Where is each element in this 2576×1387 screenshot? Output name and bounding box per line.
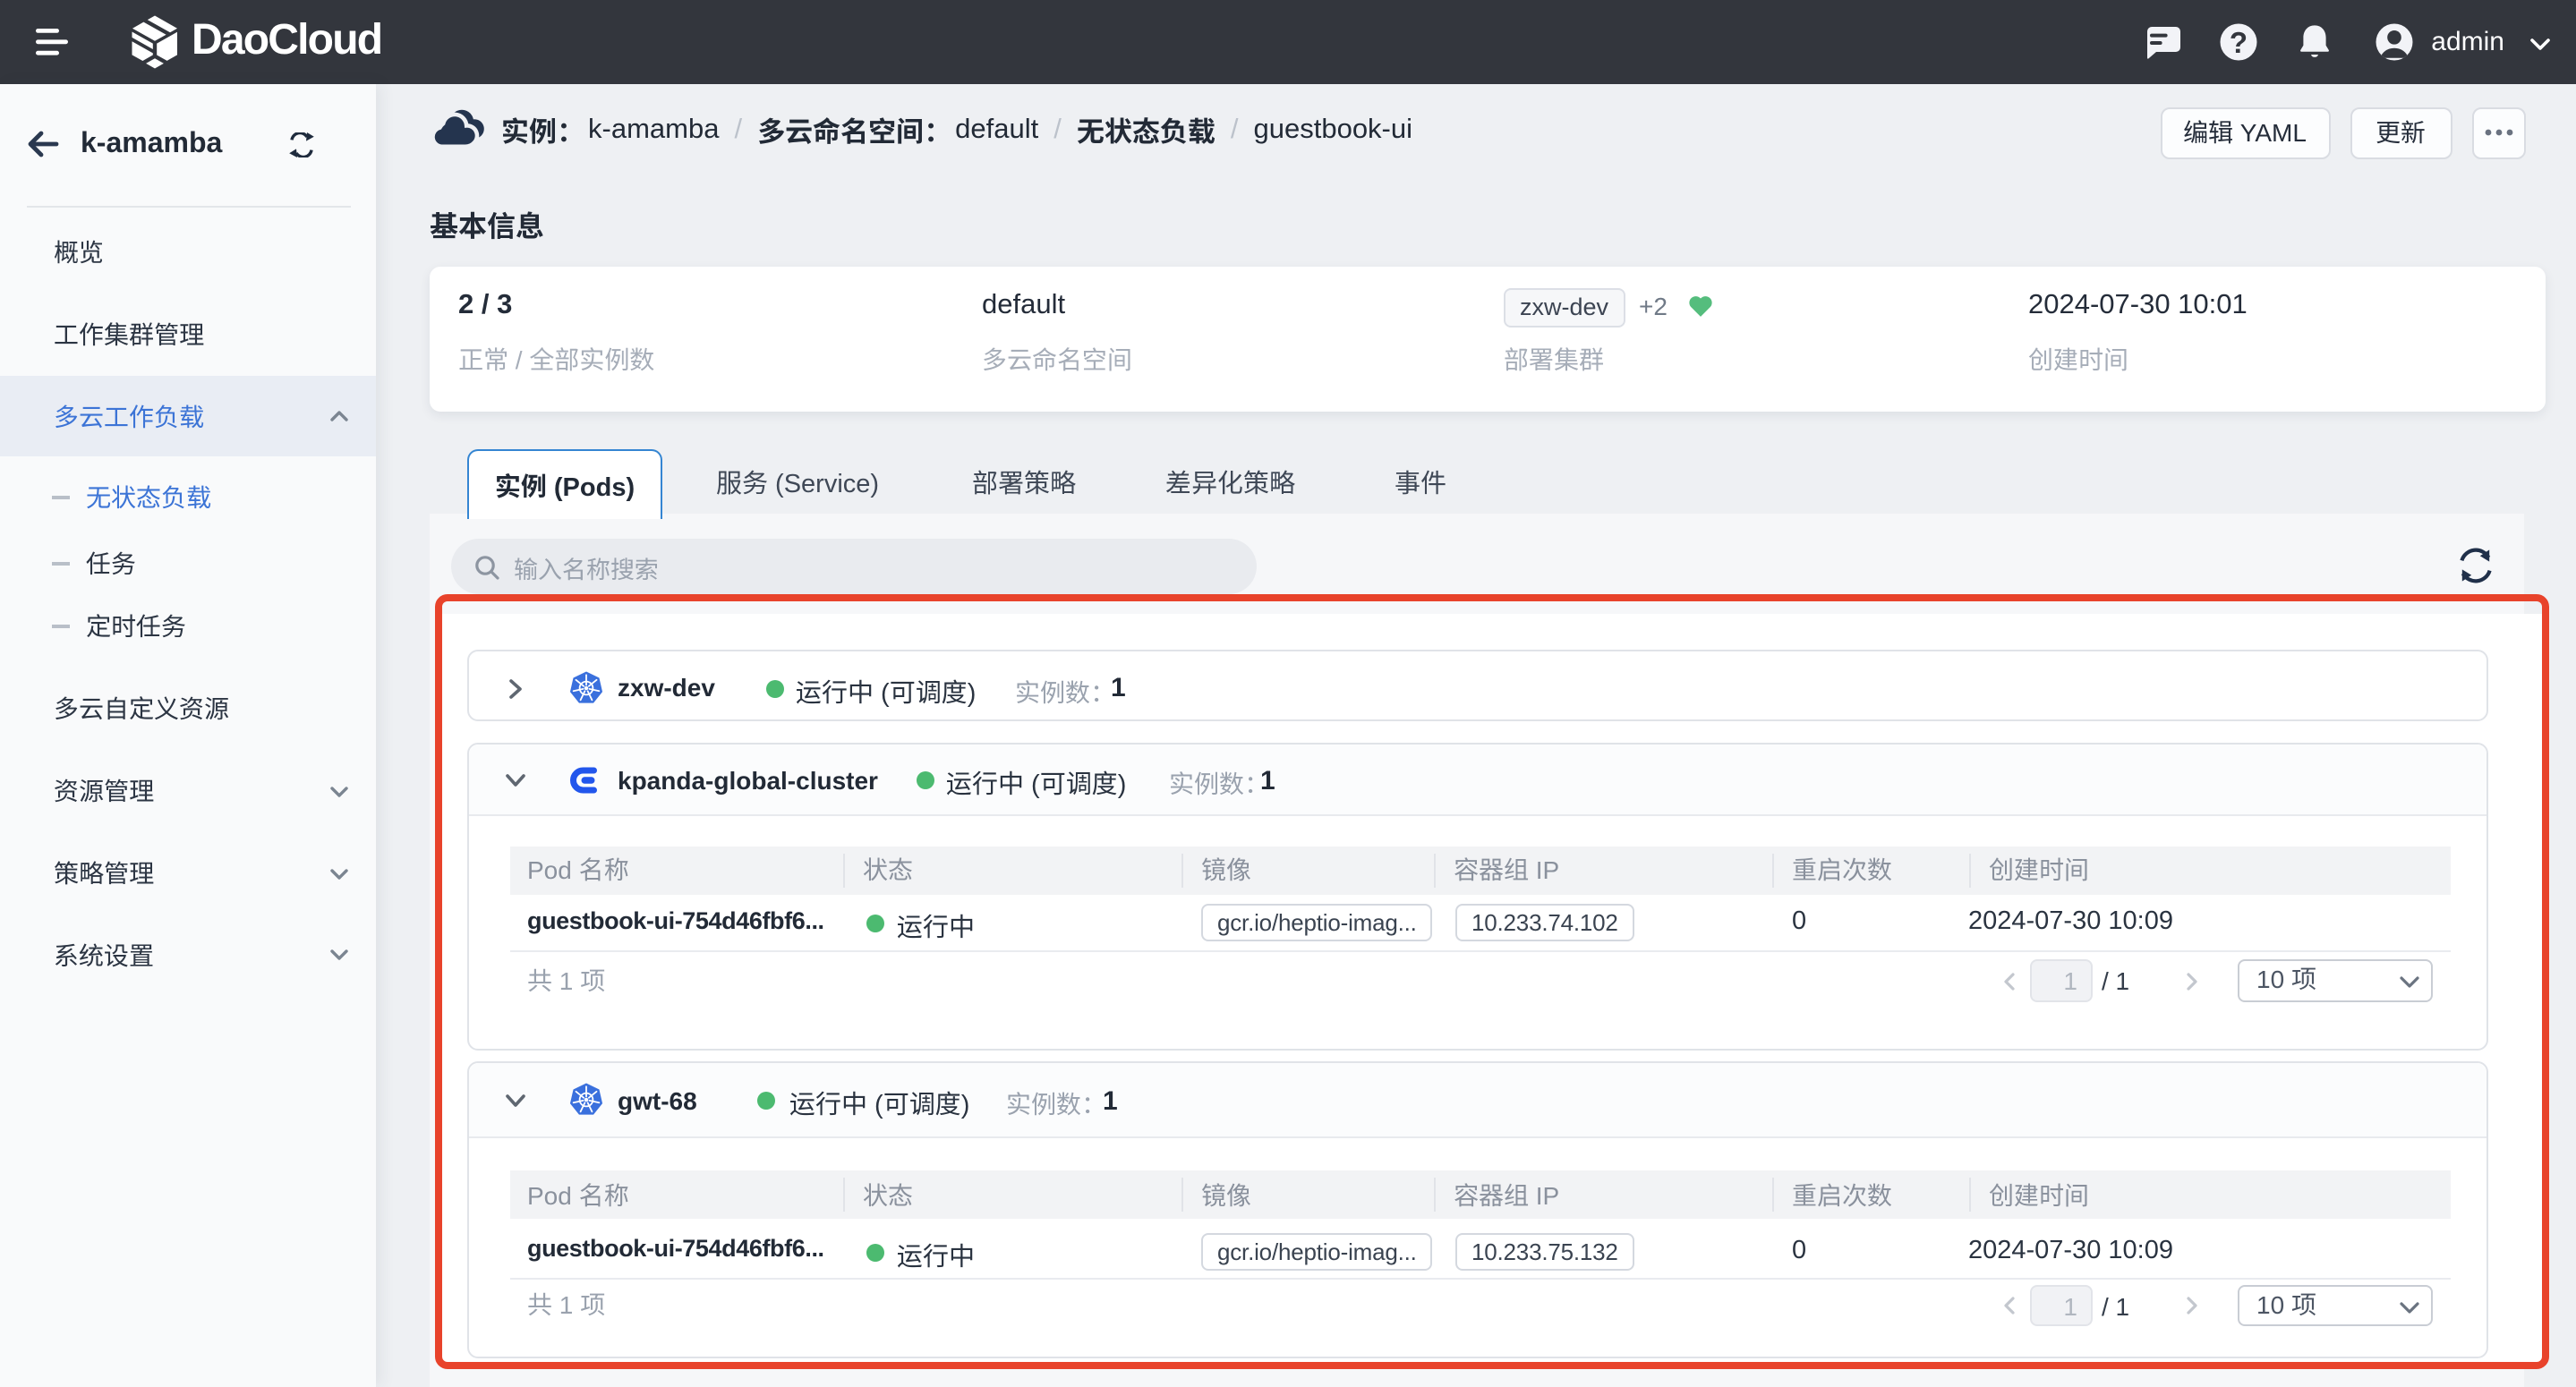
svg-text:?: ? [2230,26,2248,59]
